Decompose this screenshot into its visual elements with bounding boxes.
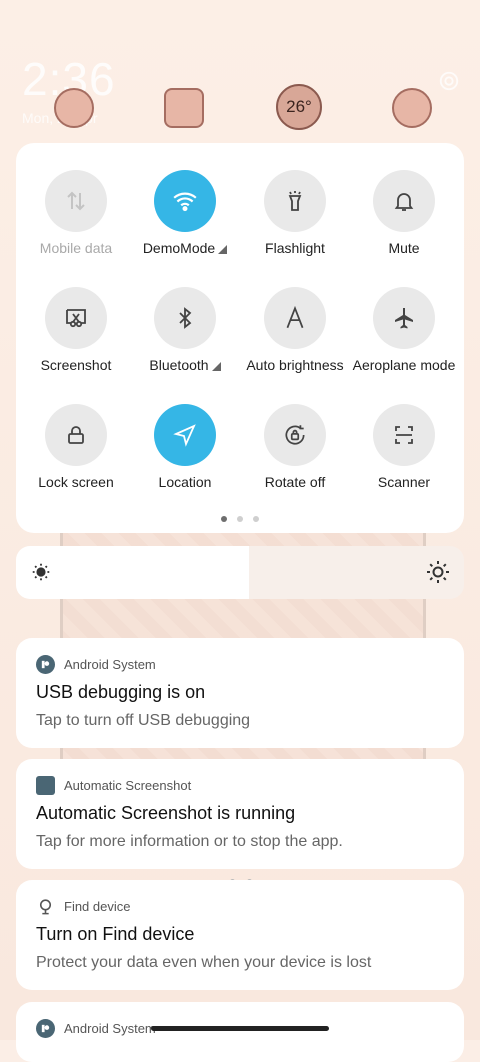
tile-location[interactable]: Location [130,404,240,490]
expand-arrow-icon [218,245,228,254]
notification-body: Tap for more information or to stop the … [36,833,343,850]
quick-settings-panel: Mobile data DemoMode Flashlight Mute Scr… [16,143,464,533]
auto-brightness-icon [264,287,326,349]
tile-label: DemoMode [130,240,240,256]
tile-demomode-wifi[interactable]: DemoMode [130,170,240,256]
tile-label: Auto brightness [246,357,344,373]
rotate-lock-icon [264,404,326,466]
tile-label: Lock screen [38,474,114,490]
lock-icon [45,404,107,466]
notification-header: Find device [36,897,130,916]
tile-label-text: Bluetooth [149,357,209,373]
tile-mute[interactable]: Mute [349,170,459,256]
bell-icon [373,170,435,232]
home-gesture-bar[interactable] [151,1026,329,1031]
sun-large-icon [427,561,449,583]
find-device-icon [39,899,52,915]
page-dot[interactable] [253,516,259,522]
automatic-screenshot-icon [36,776,55,795]
android-system-icon [36,1019,55,1038]
notification-automatic-screenshot[interactable]: Automatic Screenshot Automatic Screensho… [16,759,464,869]
tile-label: Location [158,474,212,490]
bluetooth-icon [154,287,216,349]
mobile-data-icon [45,170,107,232]
airplane-icon [373,287,435,349]
tile-bluetooth[interactable]: Bluetooth [130,287,240,373]
status-icons [438,70,460,92]
tile-lock-screen[interactable]: Lock screen [21,404,131,490]
android-system-icon [36,655,55,674]
notification-usb-debugging[interactable]: Android System USB debugging is on Tap t… [16,638,464,748]
tile-label: Mobile data [39,240,113,256]
notification-android-system-2[interactable]: Android System [16,1002,464,1062]
notification-app-name: Android System [64,1021,156,1036]
sun-small-icon [32,563,50,581]
tile-scanner[interactable]: Scanner [349,404,459,490]
brightness-slider[interactable] [16,546,464,599]
scanner-icon [373,404,435,466]
tile-auto-brightness[interactable]: Auto brightness [240,287,350,373]
location-icon [154,404,216,466]
wifi-icon [154,170,216,232]
tile-label: Mute [388,240,420,256]
notification-body: Protect your data even when your device … [36,954,372,971]
flashlight-icon [264,170,326,232]
sticker-decoration [54,88,94,128]
tile-label: Screenshot [40,357,112,373]
notification-header: Android System [36,1019,156,1038]
notification-title: Turn on Find device [36,924,195,944]
tile-label: Rotate off [264,474,326,490]
tile-label: Bluetooth [130,357,240,373]
weather-badge: 26° [276,84,322,130]
screenshot-icon [45,287,107,349]
page-dot[interactable] [237,516,243,522]
notification-app-name: Android System [64,657,156,672]
tile-rotate-off[interactable]: Rotate off [240,404,350,490]
tile-mobile-data[interactable]: Mobile data [21,170,131,256]
notification-app-name: Automatic Screenshot [64,778,192,793]
expand-arrow-icon [211,362,221,371]
tile-label: Aeroplane mode [352,357,456,373]
tile-aeroplane-mode[interactable]: Aeroplane mode [349,287,459,373]
notification-find-device[interactable]: Find device Turn on Find device Protect … [16,880,464,990]
tile-flashlight[interactable]: Flashlight [240,170,350,256]
notification-header: Android System [36,655,156,674]
tile-label: Scanner [377,474,431,490]
notification-title: USB debugging is on [36,682,206,702]
tile-label: Flashlight [265,240,325,256]
notification-header: Automatic Screenshot [36,776,191,795]
settings-icon [439,71,459,91]
notification-body: Tap to turn off USB debugging [36,712,251,729]
sticker-decoration [392,88,432,128]
page-dot[interactable] [221,516,227,522]
page-indicator [16,516,464,522]
sticker-decoration [164,88,204,128]
tile-screenshot[interactable]: Screenshot [21,287,131,373]
notification-app-name: Find device [64,899,131,914]
tile-label-text: DemoMode [142,240,216,256]
notification-title: Automatic Screenshot is running [36,803,296,823]
